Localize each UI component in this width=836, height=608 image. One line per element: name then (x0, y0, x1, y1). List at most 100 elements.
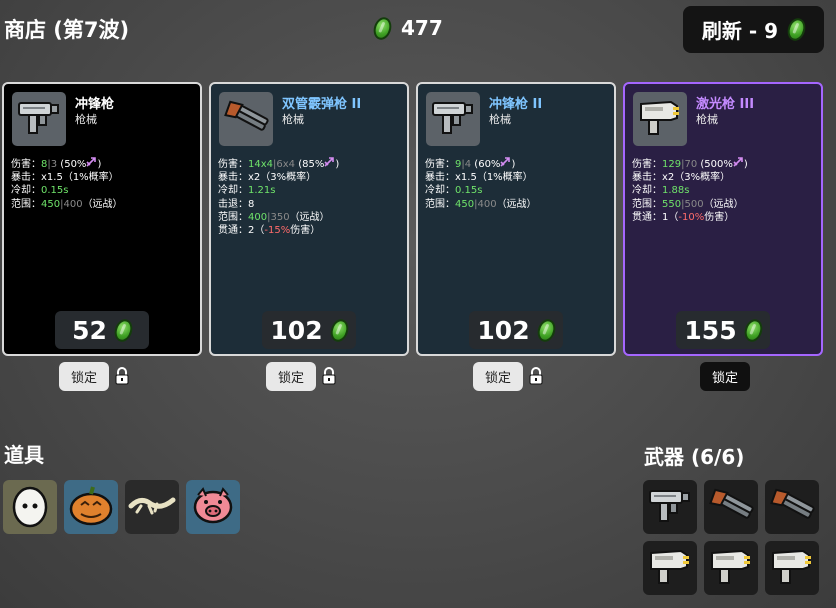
weapon-slot[interactable] (704, 480, 758, 534)
stat-row: 击退：8 (218, 198, 339, 211)
stat-row: 范围：450|400（远战） (11, 198, 123, 211)
card-weapon-name: 激光枪 III (696, 97, 755, 112)
padlock-icon (528, 366, 544, 386)
weapon-slot[interactable] (704, 541, 758, 595)
stat-scaling: (50% (57, 159, 87, 170)
card-weapon-type: 枪械 (489, 113, 511, 126)
item-slot[interactable] (186, 480, 240, 534)
stat-label: 暴击： (425, 172, 455, 184)
stat-row: 范围：400|350（远战） (218, 211, 339, 224)
price-tag[interactable]: 102 (262, 311, 356, 349)
material-gem-icon (741, 316, 765, 344)
weapon-icon-box (426, 92, 480, 146)
pumpkin-icon (67, 483, 115, 531)
lock-button[interactable]: 锁定 (266, 362, 316, 391)
stat-suffix: （远战） (496, 198, 537, 210)
stat-label: 贯通： (218, 225, 248, 237)
stat-label: 范围： (425, 198, 455, 210)
stat-base-value: 500 (684, 198, 704, 210)
stat-value: 550 (662, 198, 682, 210)
refresh-button[interactable]: 刷新 - 9 (683, 6, 824, 53)
laser-gun-icon (637, 96, 683, 142)
coin-counter: 477 (370, 14, 443, 42)
stat-row: 暴击：x2（3%概率） (218, 171, 339, 184)
stat-row: 范围：450|400（远战） (425, 198, 537, 211)
stat-row: 冷却：0.15s (425, 184, 537, 197)
weapon-icon-box (633, 92, 687, 146)
stat-row: 伤害：14x4|6x4 (85%) (218, 157, 339, 171)
price-tag[interactable]: 102 (469, 311, 563, 349)
stat-text: 8 (248, 198, 255, 210)
item-slot[interactable] (3, 480, 57, 534)
egg-icon (7, 482, 53, 532)
stat-row: 范围：550|500（远战） (632, 198, 748, 211)
stat-base-value: 6x4 (276, 159, 296, 170)
stat-label: 伤害： (218, 159, 248, 170)
smg-icon (17, 97, 61, 141)
card-stats: 伤害：8|3 (50%) 暴击：x1.5（1%概率） 冷却：0.15s 范围：450|… (11, 157, 123, 211)
stat-label: 冷却： (11, 185, 41, 197)
stat-base-value: 70 (684, 159, 698, 170)
stat-suffix: （远战） (703, 198, 744, 210)
padlock-icon (321, 366, 337, 386)
price-amount: 155 (684, 315, 737, 345)
stat-label: 暴击： (632, 172, 662, 184)
stat-text: 2（ (248, 225, 265, 237)
stat-value: 129 (662, 159, 682, 170)
shop-card[interactable]: 冲锋枪 枪械 伤害：8|3 (50%) 暴击：x1.5（1%概率） 冷却：0.15s… (2, 82, 202, 356)
items-title: 道具 (4, 443, 44, 467)
lock-button[interactable]: 锁定 (59, 362, 109, 391)
price-amount: 102 (270, 315, 323, 345)
stat-row: 冷却：1.21s (218, 184, 339, 197)
stat-suffix: ) (743, 159, 748, 170)
price-tag[interactable]: 155 (676, 311, 770, 349)
stat-row: 伤害：9|4 (60%) (425, 157, 537, 171)
stat-base-value: 350 (270, 211, 290, 223)
shop-card[interactable]: 双管霰弹枪 II 枪械 伤害：14x4|6x4 (85%) 暴击：x2（3%概率）… (209, 82, 409, 356)
stat-row: 贯通：2（-15%伤害） (218, 224, 339, 237)
shop-card[interactable]: 激光枪 III 枪械 伤害：129|70 (500%) 暴击：x2（3%概率） 冷却… (623, 82, 823, 356)
weapon-slot[interactable] (643, 480, 697, 534)
stat-base-value: 400 (477, 198, 497, 210)
stat-label: 伤害： (11, 159, 41, 170)
material-gem-icon (784, 15, 809, 44)
double-barrel-shotgun-icon (223, 97, 269, 141)
shop-title: 商店 (第7波) (4, 18, 130, 42)
ranged-icon (500, 157, 511, 170)
weapon-icon-box (219, 92, 273, 146)
stat-label: 范围： (632, 198, 662, 210)
stat-text: x1.5（1%概率） (455, 172, 533, 184)
stat-label: 暴击： (11, 172, 41, 184)
weapon-slot[interactable] (765, 480, 819, 534)
laser-gun-icon (708, 545, 754, 591)
stat-scaling: (500% (697, 159, 733, 170)
stat-base-value: 400 (63, 198, 83, 210)
item-slot[interactable] (64, 480, 118, 534)
stat-row: 伤害：129|70 (500%) (632, 157, 748, 171)
stat-row: 冷却：0.15s (11, 184, 123, 197)
shop-card[interactable]: 冲锋枪 II 枪械 伤害：9|4 (60%) 暴击：x1.5（1%概率） 冷却：0.… (416, 82, 616, 356)
weapon-slot[interactable] (765, 541, 819, 595)
stat-suffix: ) (335, 159, 340, 170)
stat-row: 伤害：8|3 (50%) (11, 157, 123, 171)
stat-negative: -10% (678, 211, 705, 223)
material-gem-icon (370, 14, 395, 42)
stat-value: 0.15s (455, 185, 483, 197)
ranged-icon (86, 157, 97, 170)
weapon-slot[interactable] (643, 541, 697, 595)
smg-icon (431, 97, 475, 141)
stat-value: 450 (455, 198, 475, 210)
stat-scaling: (60% (471, 159, 501, 170)
card-weapon-type: 枪械 (282, 113, 304, 126)
stat-label: 伤害： (425, 159, 455, 170)
ranged-icon (733, 157, 744, 170)
material-gem-icon (534, 316, 558, 344)
stat-value: 14x4 (248, 159, 274, 170)
stat-suffix: ) (97, 159, 102, 170)
lock-button[interactable]: 锁定 (700, 362, 750, 391)
card-weapon-name: 双管霰弹枪 II (282, 97, 362, 112)
price-tag[interactable]: 52 (55, 311, 149, 349)
item-slot[interactable] (125, 480, 179, 534)
lock-button[interactable]: 锁定 (473, 362, 523, 391)
double-barrel-shotgun-icon (769, 485, 815, 529)
